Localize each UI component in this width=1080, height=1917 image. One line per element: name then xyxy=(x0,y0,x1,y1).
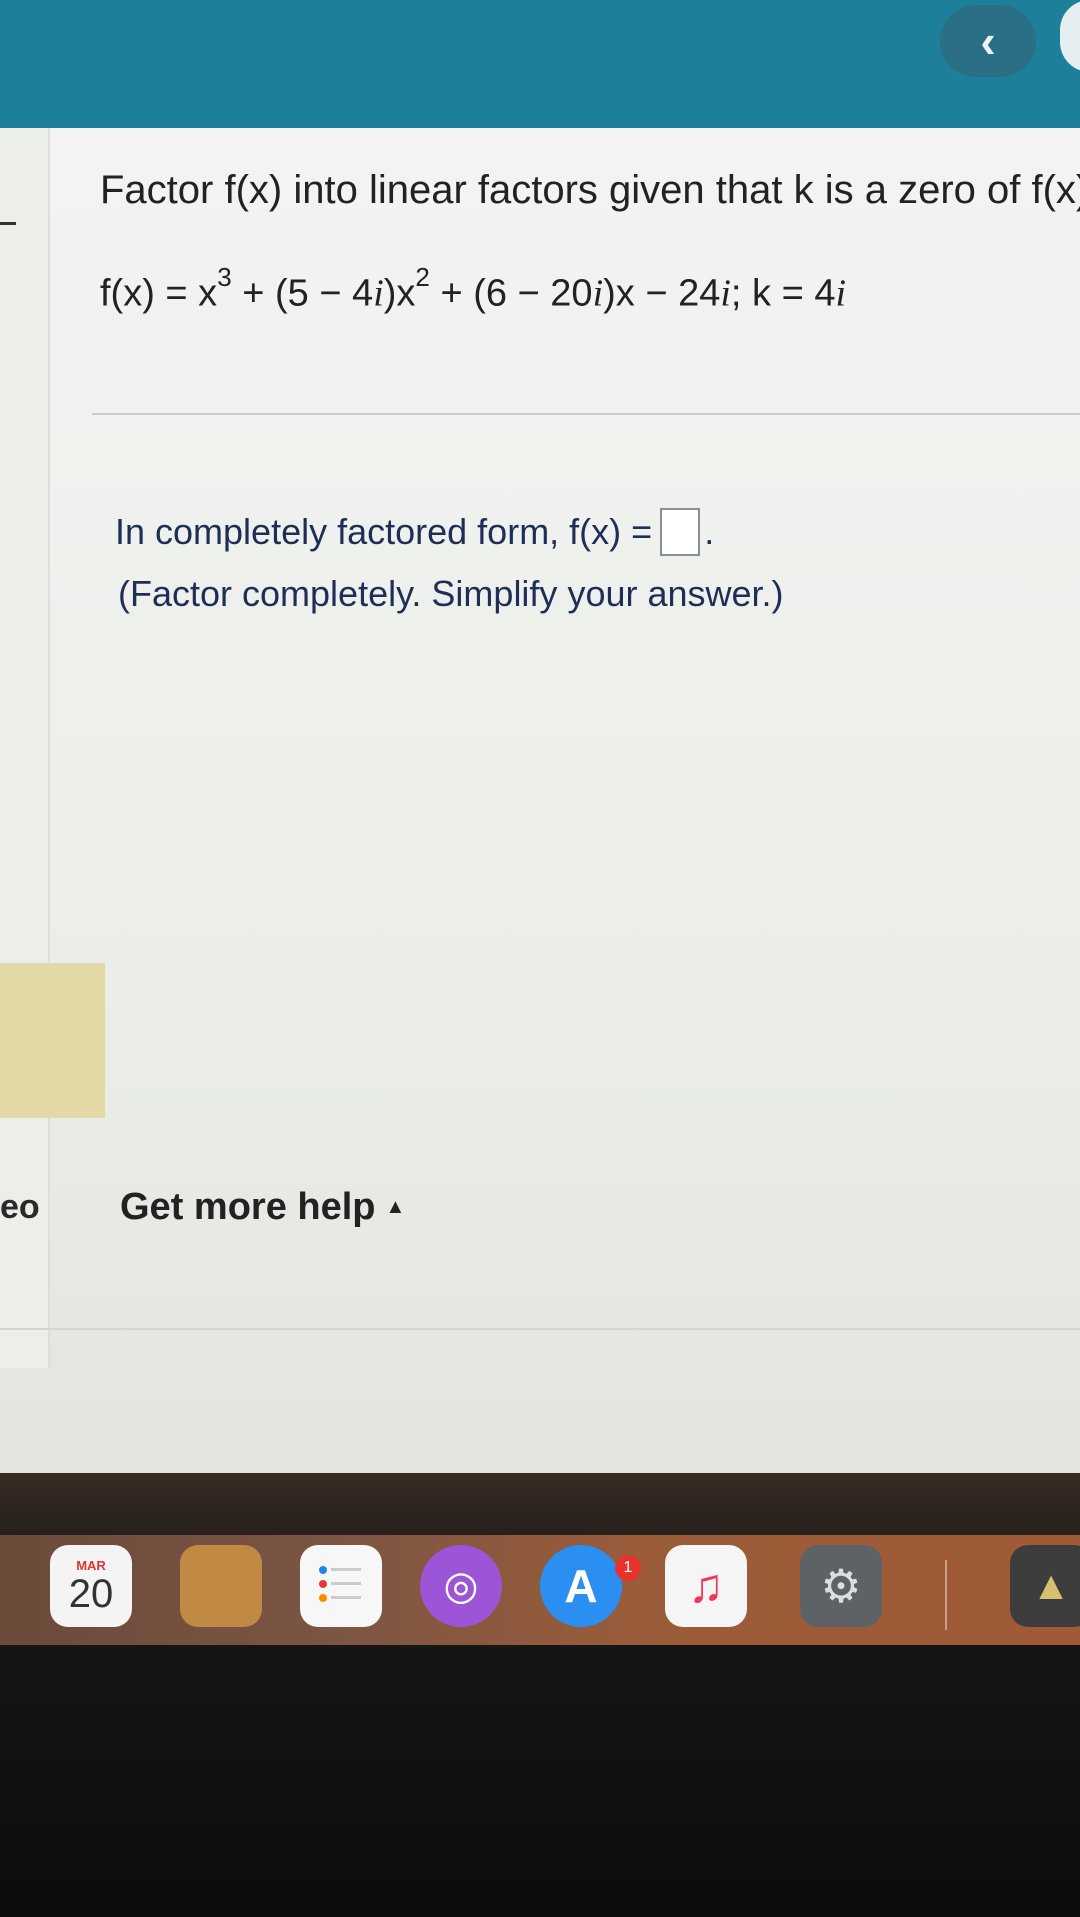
left-sidebar xyxy=(0,128,50,1368)
rail-divider xyxy=(0,222,16,225)
section-divider xyxy=(92,413,1080,415)
rocket-launcher-icon[interactable]: ▲ xyxy=(1010,1545,1080,1627)
back-button[interactable]: ‹ xyxy=(940,5,1036,77)
sidebar-partial-label: eo xyxy=(0,1188,40,1226)
answer-period: . xyxy=(704,511,715,552)
top-bar: ‹ xyxy=(0,0,1080,128)
answer-input-box[interactable] xyxy=(660,508,701,556)
caret-up-icon: ▲ xyxy=(385,1196,406,1218)
get-more-help-link[interactable]: Get more help ▲ xyxy=(120,1186,405,1229)
problem-statement: Factor f(x) into linear factors given th… xyxy=(100,168,1080,212)
reminders-icon[interactable] xyxy=(300,1545,382,1627)
podcasts-icon[interactable]: ◎ xyxy=(420,1545,502,1627)
app-store-icon[interactable]: A xyxy=(540,1545,622,1627)
chevron-left-icon: ‹ xyxy=(980,15,996,67)
calendar-month: MAR xyxy=(76,1557,106,1573)
notes-icon[interactable] xyxy=(180,1545,262,1627)
answer-prompt-line: In completely factored form, f(x) = . xyxy=(115,508,714,556)
answer-instruction: (Factor completely. Simplify your answer… xyxy=(118,573,784,614)
answer-prompt: In completely factored form, f(x) = xyxy=(115,511,653,552)
sidebar-highlight xyxy=(0,963,105,1118)
app-store-badge: 1 xyxy=(615,1555,641,1581)
dock-divider xyxy=(945,1560,947,1630)
question-page: eo Factor f(x) into linear factors given… xyxy=(0,128,1080,1473)
problem-equation: f(x) = x3 + (5 − 4i)x2 + (6 − 20i)x − 24… xyxy=(100,262,847,315)
help-label: Get more help xyxy=(120,1186,376,1228)
music-icon[interactable]: ♫ xyxy=(665,1545,747,1627)
calendar-day: 20 xyxy=(68,1571,114,1616)
footer-divider xyxy=(0,1328,1080,1330)
corner-control[interactable] xyxy=(1060,0,1080,72)
calendar-icon[interactable]: MAR 20 xyxy=(50,1545,132,1627)
system-preferences-icon[interactable]: ⚙ xyxy=(800,1545,882,1627)
